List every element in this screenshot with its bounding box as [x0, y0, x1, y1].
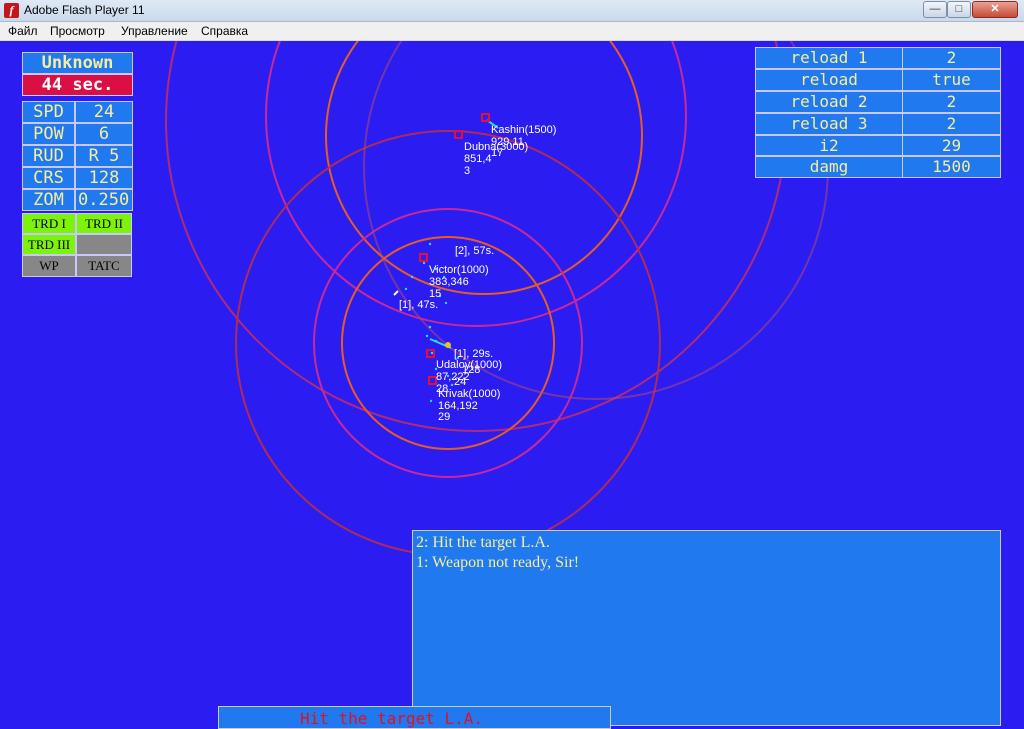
status-bar: Hit the target L.A. [218, 706, 611, 729]
reload-value: true [902, 69, 1001, 91]
damage-key: damg [755, 156, 903, 178]
own-ship-marker [445, 342, 451, 348]
title-bar: f Adobe Flash Player 11 — □ ✕ [0, 0, 1024, 22]
i2-value: 29 [902, 135, 1001, 156]
reload-2-key: reload 2 [755, 91, 903, 113]
own-ship-label: 24 [454, 376, 466, 388]
ship-extra-label: 29 [438, 411, 450, 423]
rudder-value[interactable]: R 5 [75, 145, 133, 167]
contact-marker[interactable] [419, 253, 428, 262]
flash-player-icon: f [4, 3, 19, 18]
contact-marker[interactable] [428, 376, 437, 385]
status-text: Hit the target L.A. [300, 709, 484, 728]
reload-2-value: 2 [902, 91, 1001, 113]
timer: 44 sec. [22, 74, 133, 96]
message-line: 1: Weapon not ready, Sir! [416, 554, 580, 571]
menu-help[interactable]: Справка [201, 24, 248, 38]
reload-3-key: reload 3 [755, 113, 903, 135]
speed-label: SPD [22, 101, 75, 123]
message-line: 2: Hit the target L.A. [416, 534, 550, 551]
zoom-label: ZOM [22, 189, 75, 211]
ship-extra-label: 3 [464, 165, 470, 177]
target-name: Unknown [22, 52, 133, 74]
torpedo-marker [393, 290, 399, 296]
rudder-label: RUD [22, 145, 75, 167]
menu-view[interactable]: Просмотр [50, 24, 105, 38]
menu-bar: Файл Просмотр Управление Справка [0, 22, 1024, 41]
window-title: Adobe Flash Player 11 [24, 3, 145, 17]
maximize-button[interactable]: □ [947, 1, 971, 18]
torpedo-label: [2], 57s. [455, 245, 494, 257]
reload-1-key: reload 1 [755, 47, 903, 69]
i2-key: i2 [755, 135, 903, 156]
reload-key: reload [755, 69, 903, 91]
own-ship-label: [1], 29s. [454, 348, 493, 360]
menu-file[interactable]: Файл [8, 24, 38, 38]
menu-control[interactable]: Управление [121, 24, 188, 38]
own-ship-label: 128 [462, 364, 480, 376]
damage-value: 1500 [902, 156, 1001, 178]
ship-coords-label: 383,346 [429, 276, 469, 288]
reload-1-value: 2 [902, 47, 1001, 69]
ship-name-label: Victor(1000) [429, 264, 489, 276]
trd-1-button[interactable]: TRD I [22, 213, 76, 234]
course-label: CRS [22, 167, 75, 189]
tatc-button[interactable]: TATC [76, 255, 132, 277]
range-circles [165, 41, 829, 556]
speed-value[interactable]: 24 [75, 101, 133, 123]
ship-name-label: Kashin(1500) [491, 124, 556, 136]
power-value[interactable]: 6 [75, 123, 133, 145]
wp-button[interactable]: WP [22, 255, 76, 277]
minimize-button[interactable]: — [923, 1, 947, 18]
trd-3-button[interactable]: TRD III [22, 234, 76, 255]
close-button[interactable]: ✕ [972, 1, 1018, 18]
empty-slot [76, 234, 132, 255]
torpedo-label: [1], 47s. [399, 299, 438, 311]
zoom-value[interactable]: 0.250 [75, 189, 133, 211]
message-log[interactable]: 2: Hit the target L.A. 1: Weapon not rea… [412, 530, 1001, 726]
trd-2-button[interactable]: TRD II [76, 213, 132, 234]
course-value[interactable]: 128 [75, 167, 133, 189]
ship-coords-label: 851,4 [464, 153, 492, 165]
ship-name-label: Dubna(3000) [464, 141, 528, 153]
ship-name-label: Krivak(1000) [438, 388, 500, 400]
reload-3-value: 2 [902, 113, 1001, 135]
game-viewport[interactable]: Kashin(1500) 929,11 17 Dubna(3000) 851,4… [0, 41, 1024, 729]
power-label: POW [22, 123, 75, 145]
